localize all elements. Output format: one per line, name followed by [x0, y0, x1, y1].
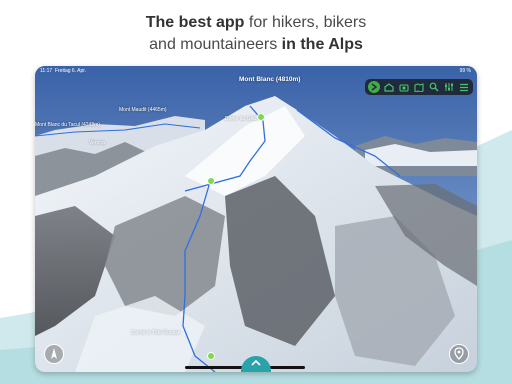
- headline-bold-1: The best app: [145, 14, 245, 31]
- compass-icon: [51, 348, 57, 359]
- peak-label-mont-blanc[interactable]: Mont Blanc (4810m): [239, 76, 300, 83]
- search-icon[interactable]: [428, 81, 440, 93]
- map-pin-icon: [454, 347, 464, 360]
- status-time: 11:17 Freitag 6. Apr.: [40, 68, 87, 74]
- headline-bold-2: in the Alps: [281, 36, 363, 53]
- headline: The best app for hikers, bikers and moun…: [0, 12, 512, 56]
- camera-icon[interactable]: [398, 81, 410, 93]
- place-label-verona[interactable]: Verona: [89, 140, 105, 146]
- status-bar: 11:17 Freitag 6. Apr. 99 %: [35, 66, 477, 76]
- peak-label-col[interactable]: Col de la Tête Rousse: [131, 330, 180, 336]
- sliders-icon[interactable]: [443, 81, 455, 93]
- hut-icon[interactable]: [383, 81, 395, 93]
- headline-text-2: and mountaineers: [149, 36, 282, 53]
- menu-icon[interactable]: [458, 81, 470, 93]
- pin-button[interactable]: [449, 344, 469, 364]
- map-toolbar: [365, 79, 473, 95]
- mountain-3d-view[interactable]: [35, 66, 477, 372]
- headline-text-1: for hikers, bikers: [244, 14, 367, 31]
- status-battery: 99 %: [459, 68, 471, 74]
- waypoint-marker[interactable]: [207, 177, 215, 185]
- location-button[interactable]: [44, 344, 64, 364]
- waypoint-marker[interactable]: [207, 352, 215, 360]
- peak-label-mont-blanc-du-tacul[interactable]: Mont Blanc du Tacul (4248m): [35, 122, 100, 128]
- chevron-right-icon[interactable]: [368, 81, 380, 93]
- waypoint-marker[interactable]: [257, 113, 265, 121]
- chevron-up-icon: [251, 360, 261, 366]
- peak-label-mont-maudit[interactable]: Mont Maudit (4465m): [119, 107, 167, 113]
- tablet-screen: 11:17 Freitag 6. Apr. 99 % Mont Blanc (4…: [35, 66, 477, 372]
- map-icon[interactable]: [413, 81, 425, 93]
